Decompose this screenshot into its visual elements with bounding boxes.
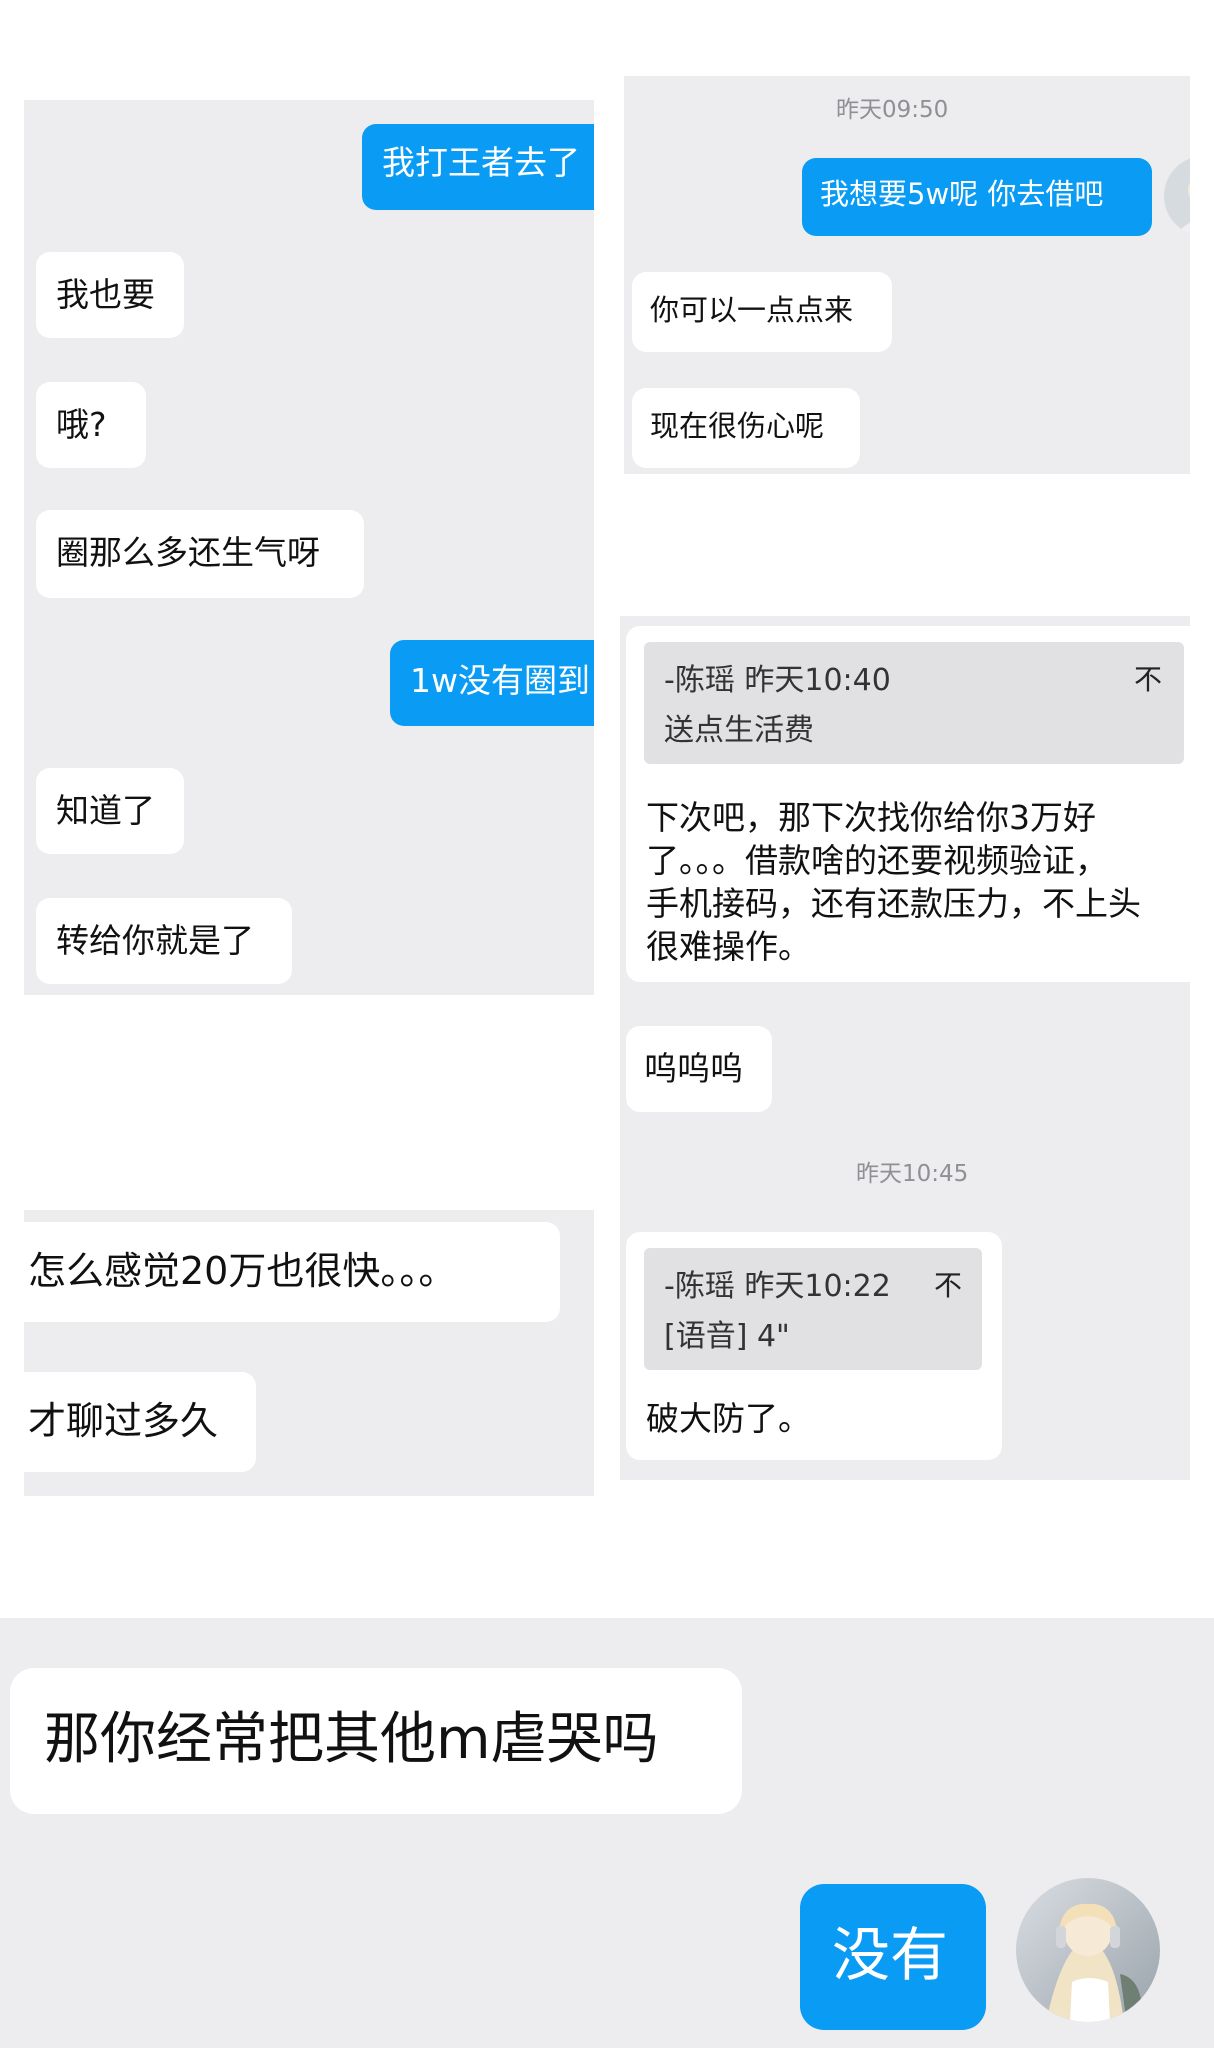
message-bubble-incoming[interactable]: 怎么感觉20万也很快。。。 <box>24 1222 560 1322</box>
message-text: 现在很伤心呢 <box>650 409 825 443</box>
quoted-message[interactable]: -陈瑶 昨天10:40 送点生活费 不 <box>644 642 1184 764</box>
message-text: 哦? <box>56 405 107 444</box>
reply-text: 破大防了。 <box>646 1399 811 1438</box>
pin-icon[interactable]: 不 <box>1134 666 1162 694</box>
message-bubble-incoming[interactable]: 现在很伤心呢 <box>632 388 860 468</box>
message-text: 你可以一点点来 <box>650 293 854 327</box>
message-bubble-incoming[interactable]: 转给你就是了 <box>36 898 292 984</box>
timestamp: 昨天09:50 <box>836 97 949 123</box>
quote-text: [语音] 4" <box>664 1319 790 1354</box>
reply-line: 了。。。借款啥的还要视频验证， <box>646 841 1108 880</box>
quoted-message[interactable]: -陈瑶 昨天10:22 [语音] 4" 不 <box>644 1248 982 1370</box>
message-bubble-outgoing[interactable]: 没有 <box>800 1884 986 2030</box>
avatar[interactable] <box>1016 1878 1160 2022</box>
message-text: 我打王者去了 <box>382 143 580 182</box>
message-bubble-incoming[interactable]: 知道了 <box>36 768 184 854</box>
reply-line: 手机接码，还有还款压力，不上头 <box>646 884 1141 923</box>
timestamp: 昨天10:45 <box>856 1161 969 1187</box>
message-bubble-incoming[interactable]: 才聊过多久 <box>24 1372 256 1472</box>
chat-panel-e: 那你经常把其他m虐哭吗 没有 <box>0 1618 1214 2048</box>
message-bubble-incoming[interactable]: 呜呜呜 <box>626 1026 772 1112</box>
reply-line: 很难操作。 <box>646 927 811 966</box>
message-bubble-incoming-with-quote[interactable]: -陈瑶 昨天10:22 [语音] 4" 不 破大防了。 <box>626 1232 1002 1460</box>
message-bubble-incoming[interactable]: 你可以一点点来 <box>632 272 892 352</box>
message-text: 呜呜呜 <box>644 1049 743 1088</box>
reply-line: 下次吧，那下次找你给你3万好 <box>646 798 1096 837</box>
message-bubble-incoming[interactable]: 我也要 <box>36 252 184 338</box>
quote-author-time: -陈瑶 昨天10:40 <box>664 663 891 698</box>
message-text: 那你经常把其他m虐哭吗 <box>44 1707 659 1772</box>
message-bubble-incoming-with-quote[interactable]: -陈瑶 昨天10:40 送点生活费 不 下次吧，那下次找你给你3万好 了。。。借… <box>626 626 1190 982</box>
message-text: 才聊过多久 <box>28 1399 219 1443</box>
chat-panel-a: 我打王者去了 我也要 哦? 圈那么多还生气呀 1w没有圈到 知道了 转给你就是了 <box>24 100 594 995</box>
message-bubble-incoming[interactable]: 那你经常把其他m虐哭吗 <box>10 1668 742 1814</box>
quote-author-time: -陈瑶 昨天10:22 <box>664 1269 891 1304</box>
message-text: 我想要5w呢 你去借吧 <box>820 177 1104 211</box>
message-bubble-outgoing[interactable]: 1w没有圈到 <box>390 640 594 726</box>
chat-panel-d: 怎么感觉20万也很快。。。 才聊过多久 <box>24 1210 594 1496</box>
message-text: 怎么感觉20万也很快。。。 <box>28 1249 457 1293</box>
quote-text: 送点生活费 <box>664 713 814 748</box>
message-bubble-outgoing[interactable]: 我打王者去了 <box>362 124 594 210</box>
message-bubble-incoming[interactable]: 圈那么多还生气呀 <box>36 510 364 598</box>
message-text: 知道了 <box>56 791 155 830</box>
message-text: 我也要 <box>56 275 155 314</box>
message-text: 转给你就是了 <box>56 921 254 960</box>
message-text: 没有 <box>832 1921 949 1989</box>
message-bubble-outgoing[interactable]: 我想要5w呢 你去借吧 <box>802 158 1152 236</box>
chat-panel-b: 昨天09:50 我想要5w呢 你去借吧 你可以一点点来 现在很伤心呢 <box>624 76 1190 474</box>
avatar[interactable] <box>1164 156 1190 236</box>
chat-panel-c: -陈瑶 昨天10:40 送点生活费 不 下次吧，那下次找你给你3万好 了。。。借… <box>620 616 1190 1480</box>
message-bubble-incoming[interactable]: 哦? <box>36 382 146 468</box>
message-text: 1w没有圈到 <box>410 661 590 700</box>
pin-icon[interactable]: 不 <box>934 1272 962 1300</box>
reply-text: 下次吧，那下次找你给你3万好 了。。。借款啥的还要视频验证， 手机接码，还有还款… <box>646 796 1141 968</box>
message-text: 圈那么多还生气呀 <box>56 533 320 572</box>
